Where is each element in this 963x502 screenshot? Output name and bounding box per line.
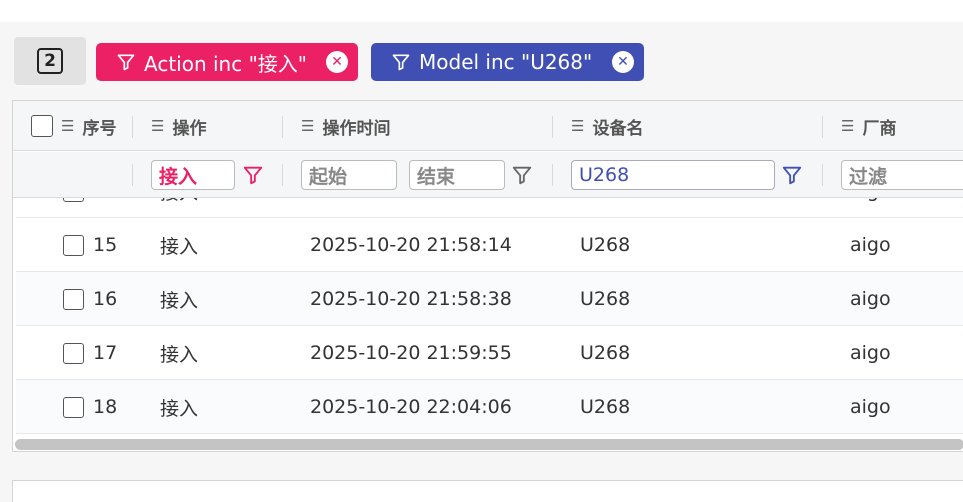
row-checkbox[interactable] <box>63 288 84 310</box>
filter-icon <box>392 54 410 71</box>
selected-count-badge: 2 <box>37 48 63 74</box>
filter-icon <box>117 54 135 71</box>
column-header-action[interactable]: ☰ 操作 <box>151 101 206 151</box>
data-grid: ☰ 序号 ☰ 操作 ☰ 操作时间 ☰ 设备名 ☰ 厂商 接入 起始 结束 U26… <box>12 100 963 452</box>
column-menu-icon[interactable]: ☰ <box>61 117 74 135</box>
column-menu-icon[interactable]: ☰ <box>841 117 854 135</box>
select-all-checkbox[interactable] <box>31 115 53 137</box>
column-header-device[interactable]: ☰ 设备名 <box>571 101 643 151</box>
remove-filter-icon[interactable]: ✕ <box>326 51 348 73</box>
grid-header: ☰ 序号 ☰ 操作 ☰ 操作时间 ☰ 设备名 ☰ 厂商 <box>13 101 963 151</box>
column-menu-icon[interactable]: ☰ <box>151 117 164 135</box>
column-header-vendor[interactable]: ☰ 厂商 <box>841 101 896 151</box>
column-header-time[interactable]: ☰ 操作时间 <box>301 101 390 151</box>
filter-icon[interactable] <box>511 164 533 186</box>
filter-icon[interactable] <box>781 164 803 186</box>
selected-count-button[interactable]: 2 <box>14 37 86 85</box>
filter-chip-model[interactable]: Model inc "U268" ✕ <box>371 43 644 81</box>
bottom-panel <box>12 480 963 502</box>
time-start-input[interactable]: 起始 <box>301 160 397 190</box>
column-menu-icon[interactable]: ☰ <box>301 117 314 135</box>
table-row[interactable]: 14 接入 2025-10-20 21:42:17 U268 aigo <box>16 198 963 218</box>
horizontal-scrollbar[interactable] <box>15 439 963 450</box>
filter-icon[interactable] <box>242 164 264 186</box>
device-filter-input[interactable]: U268 <box>571 160 775 190</box>
filter-chip-label: Model inc "U268" <box>419 50 593 74</box>
row-checkbox[interactable] <box>63 234 84 256</box>
action-filter-input[interactable]: 接入 <box>151 160 235 190</box>
column-menu-icon[interactable]: ☰ <box>571 117 584 135</box>
filter-chip-label: Action inc "接入" <box>144 51 307 76</box>
table-row[interactable]: 18 接入 2025-10-20 22:04:06 U268 aigo <box>16 380 963 434</box>
filter-chip-action[interactable]: Action inc "接入" ✕ <box>96 43 358 81</box>
table-row[interactable]: 17 接入 2025-10-20 21:59:55 U268 aigo <box>16 326 963 380</box>
column-header-seq[interactable]: ☰ 序号 <box>31 101 116 151</box>
top-strip <box>0 0 963 22</box>
table-row[interactable]: 15 接入 2025-10-20 21:58:14 U268 aigo <box>16 218 963 272</box>
table-row[interactable]: 16 接入 2025-10-20 21:58:38 U268 aigo <box>16 272 963 326</box>
filter-chip-bar: 2 Action inc "接入" ✕ Model inc "U268" ✕ <box>0 22 963 96</box>
remove-filter-icon[interactable]: ✕ <box>612 51 634 73</box>
filter-row: 接入 起始 结束 U268 过滤 <box>13 152 963 198</box>
grid-body: 14 接入 2025-10-20 21:42:17 U268 aigo 15 接… <box>13 198 963 434</box>
time-end-input[interactable]: 结束 <box>409 160 505 190</box>
vendor-filter-input[interactable]: 过滤 <box>841 160 963 190</box>
row-checkbox[interactable] <box>63 198 84 202</box>
row-checkbox[interactable] <box>63 396 84 418</box>
row-checkbox[interactable] <box>63 342 84 364</box>
